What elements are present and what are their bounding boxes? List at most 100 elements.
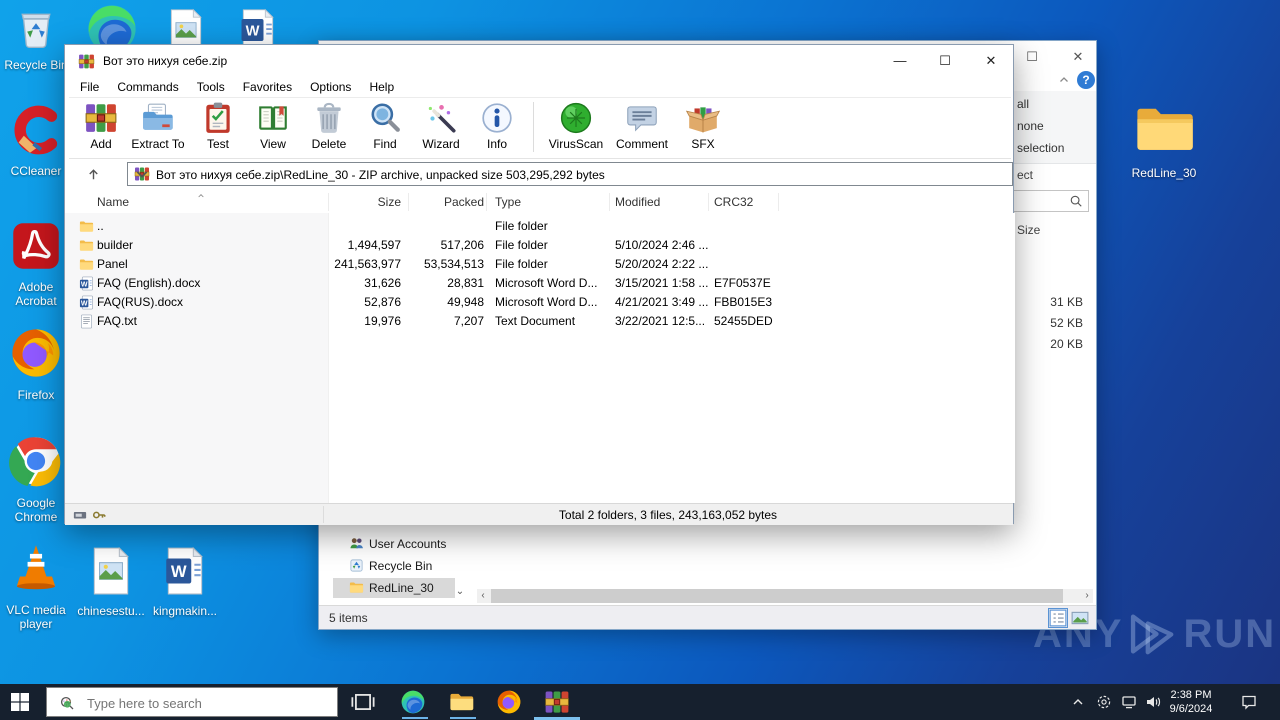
explorer-maximize-button[interactable]: ☐	[1017, 47, 1047, 67]
cell-size: 52,876	[364, 295, 401, 309]
explorer-help-button[interactable]: ?	[1077, 71, 1095, 89]
file-row-FAQ-RUS-.docx[interactable]: W FAQ(RUS).docx 52,876 49,948 Microsoft Word…	[65, 293, 1015, 312]
desktop-icon-label: Recycle Bin	[4, 58, 68, 72]
menu-favorites[interactable]: Favorites	[234, 77, 301, 97]
chevron-down-icon[interactable]	[134, 166, 150, 182]
scrollbar-thumb[interactable]	[491, 589, 1063, 603]
nav-item-redline-30[interactable]: RedLine_30	[333, 578, 455, 598]
column-header-modified[interactable]: Modified	[615, 195, 660, 209]
taskbar-edge-button[interactable]	[399, 689, 427, 715]
tool-find-icon	[368, 101, 402, 135]
column-header-crc32[interactable]: CRC32	[714, 195, 753, 209]
desktop-icon-recycle-bin[interactable]: Recycle Bin	[0, 6, 72, 72]
cell-packed: 49,948	[447, 295, 484, 309]
ribbon-item-selection[interactable]: selection	[1017, 141, 1064, 155]
extract-to-button[interactable]: Extract To	[125, 98, 191, 151]
nav-scroll-down-button[interactable]: ⌄	[453, 584, 467, 600]
desktop-icon-google-chrome[interactable]: Google Chrome	[0, 434, 72, 524]
desktop-icon-vlc-media-player[interactable]: VLC media player	[0, 541, 72, 631]
file-row-builder[interactable]: builder 1,494,597 517,206 File folder 5/10/2…	[65, 236, 1015, 255]
desktop-icon-adobe-acrobat[interactable]: Adobe Acrobat	[0, 220, 72, 308]
column-divider[interactable]	[609, 193, 610, 211]
file-row-Panel[interactable]: Panel 241,563,977 53,534,513 File folder 5/2…	[65, 255, 1015, 274]
column-header-type[interactable]: Type	[495, 195, 521, 209]
scroll-right-icon[interactable]: ›	[1081, 590, 1093, 602]
scroll-left-icon[interactable]: ‹	[477, 590, 489, 602]
desktop-icon-label: Firefox	[17, 388, 55, 402]
taskbar-firefox-button[interactable]	[495, 689, 523, 715]
tray-circle-icon[interactable]	[1096, 694, 1112, 710]
cell-mod: 5/10/2024 2:46 ...	[615, 238, 709, 252]
wizard-button[interactable]: Wizard	[413, 98, 469, 151]
menu-tools[interactable]: Tools	[188, 77, 234, 97]
explorer-close-button[interactable]: ✕	[1063, 47, 1093, 67]
find-button[interactable]: Find	[357, 98, 413, 151]
info-button[interactable]: Info	[469, 98, 525, 151]
task-view-button[interactable]	[349, 689, 377, 715]
desktop-icon-label: RedLine_30	[1131, 166, 1197, 180]
ribbon-collapse-icon[interactable]	[1057, 74, 1071, 86]
comment-button[interactable]: Comment	[610, 98, 674, 151]
column-header-size[interactable]: Size	[301, 195, 401, 209]
menu-help[interactable]: Help	[360, 77, 403, 97]
sfx-button[interactable]: SFX	[674, 98, 732, 151]
menu-commands[interactable]: Commands	[108, 77, 187, 97]
file-row-FAQ.txt[interactable]: FAQ.txt 19,976 7,207 Text Document 3/22/2021…	[65, 312, 1015, 331]
tray-overflow-chevron-icon[interactable]	[1072, 696, 1084, 708]
file-row-..[interactable]: .. File folder	[65, 217, 1015, 236]
virusscan-button[interactable]: VirusScan	[542, 98, 610, 151]
taskbar-search-input[interactable]	[85, 692, 269, 714]
view-button[interactable]: View	[245, 98, 301, 151]
ribbon-item-all[interactable]: all	[1017, 97, 1029, 111]
menu-options[interactable]: Options	[301, 77, 360, 97]
explorer-search-box[interactable]	[1007, 190, 1089, 212]
up-directory-button[interactable]	[75, 163, 111, 187]
column-header-name[interactable]: Name	[97, 195, 129, 209]
desktop-icon-kingmakin[interactable]: Wkingmakin...	[150, 546, 220, 618]
winrar-close-button[interactable]: ✕	[974, 49, 1008, 73]
details-view-button[interactable]	[1048, 608, 1068, 628]
nav-item-user-accounts[interactable]: User Accounts	[333, 534, 455, 554]
users-icon	[349, 536, 364, 551]
nav-item-label: Recycle Bin	[369, 559, 433, 573]
winrar-minimize-button[interactable]: —	[883, 49, 917, 73]
start-button[interactable]	[10, 692, 30, 712]
add-button[interactable]: Add	[77, 98, 125, 151]
desktop-icon-label: chinesestu...	[77, 604, 145, 618]
nav-item-recycle-bin[interactable]: Recycle Bin	[333, 556, 455, 576]
ribbon-item-none[interactable]: none	[1017, 119, 1044, 133]
file-row-FAQ-English-.docx[interactable]: W FAQ (English).docx 31,626 28,831 Microsoft…	[65, 274, 1015, 293]
delete-button[interactable]: Delete	[301, 98, 357, 151]
taskbar-winrar-button[interactable]	[543, 689, 571, 715]
desktop-icon-label: Adobe Acrobat	[15, 280, 57, 308]
column-divider[interactable]	[708, 193, 709, 211]
taskbar-clock[interactable]: 2:38 PM 9/6/2024	[1160, 688, 1222, 716]
column-header-packed[interactable]: Packed	[411, 195, 484, 209]
explorer-size-column-header[interactable]: Size	[1017, 223, 1040, 237]
thumbnails-view-button[interactable]	[1071, 609, 1089, 627]
winrar-window[interactable]: Вот это нихуя себе.zip — ☐ ✕ File Command…	[64, 44, 1015, 525]
desktop-icon-chinesestu[interactable]: chinesestu...	[76, 546, 146, 618]
desktop-icon-firefox[interactable]: Firefox	[0, 326, 72, 402]
taskbar-search-box[interactable]	[46, 687, 338, 717]
winrar-titlebar[interactable]: Вот это нихуя себе.zip — ☐ ✕	[65, 45, 1013, 77]
taskbar-explorer-button[interactable]	[447, 689, 475, 715]
column-divider[interactable]	[328, 193, 329, 211]
column-divider[interactable]	[408, 193, 409, 211]
column-divider[interactable]	[486, 193, 487, 211]
cell-mod: 4/21/2021 3:49 ...	[615, 295, 709, 309]
winrar-maximize-button[interactable]: ☐	[928, 49, 962, 73]
horizontal-scrollbar[interactable]: ‹ ›	[477, 589, 1093, 603]
test-button[interactable]: Test	[191, 98, 245, 151]
search-highlight-globe-icon[interactable]	[59, 695, 75, 711]
network-icon[interactable]	[1121, 694, 1137, 710]
desktop-icon-ccleaner[interactable]: CCleaner	[0, 104, 72, 178]
volume-icon[interactable]	[1145, 694, 1161, 710]
menu-file[interactable]: File	[71, 77, 108, 97]
archive-address-combo[interactable]: Вот это нихуя себе.zip\RedLine_30 - ZIP …	[127, 162, 1013, 186]
tool-test-icon	[201, 101, 235, 135]
action-center-icon[interactable]	[1240, 693, 1258, 711]
cell-packed: 28,831	[447, 276, 484, 290]
desktop-icon-redline-30[interactable]: RedLine_30	[1124, 100, 1204, 180]
column-divider[interactable]	[778, 193, 779, 211]
